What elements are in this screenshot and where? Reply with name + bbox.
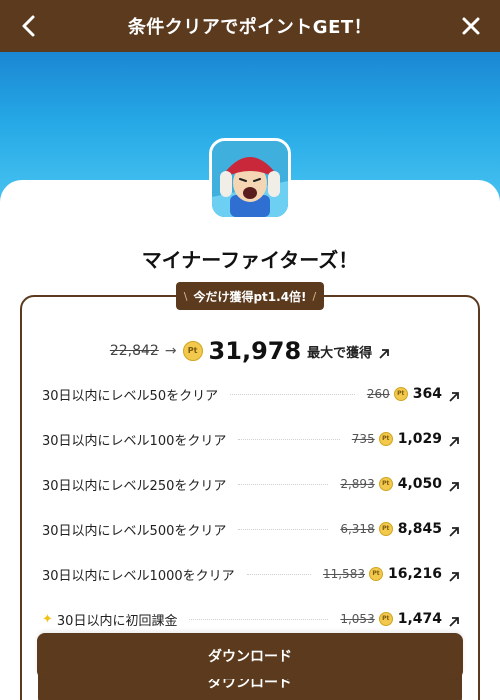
point-coin-icon: Pt: [378, 432, 393, 446]
point-coin-icon: Pt: [368, 567, 383, 581]
task-label: 30日以内にレベル1000をクリア: [42, 568, 235, 584]
bonus-badge: \ 今だけ獲得pt1.4倍! /: [176, 282, 324, 310]
point-coin-icon: Pt: [378, 477, 393, 491]
task-new-points: 1,474: [397, 611, 442, 627]
task-new-points: 16,216: [387, 566, 442, 582]
task-new-points: 4,050: [397, 476, 442, 492]
task-label: 30日以内にレベル250をクリア: [42, 478, 227, 494]
point-coin-icon: Pt: [378, 522, 393, 536]
task-row[interactable]: ✦ 30日以内に初回課金 1,053 Pt 1,474: [42, 608, 460, 630]
task-label: 30日以内にレベル100をクリア: [42, 433, 227, 449]
task-new-points: 1,029: [397, 431, 442, 447]
task-row[interactable]: 30日以内にレベル500をクリア 6,318 Pt 8,845: [42, 518, 460, 540]
top-bar: 条件クリアでポイントGET！: [0, 0, 500, 52]
point-coin-icon: Pt: [378, 612, 393, 626]
total-new-points: 31,978: [208, 337, 302, 365]
badge-text: 今だけ獲得pt1.4倍!: [193, 289, 307, 304]
task-label: 30日以内にレベル500をクリア: [42, 523, 227, 539]
task-label: 30日以内にレベル50をクリア: [42, 388, 219, 404]
external-arrow-icon[interactable]: [448, 523, 460, 537]
badge-decoration-left: \: [183, 289, 188, 303]
task-row[interactable]: 30日以内にレベル100をクリア 735 Pt 1,029: [42, 428, 460, 450]
external-arrow-icon[interactable]: [448, 433, 460, 447]
arrow-right-icon: →: [164, 343, 177, 359]
sparkle-icon: ✦: [42, 611, 53, 627]
total-max-label: 最大で獲得: [307, 345, 373, 361]
external-arrow-icon[interactable]: [448, 478, 460, 492]
chevron-left-icon[interactable]: [16, 12, 42, 40]
task-old-points: 1,053: [340, 612, 375, 626]
dotted-leader: [246, 573, 311, 575]
app-character-icon: [209, 138, 291, 220]
dotted-leader: [189, 618, 329, 620]
task-old-points: 11,583: [322, 567, 365, 581]
external-arrow-icon[interactable]: [448, 613, 460, 627]
external-arrow-icon[interactable]: [448, 568, 460, 582]
task-old-points: 260: [366, 387, 390, 401]
dotted-leader: [238, 483, 329, 485]
task-row[interactable]: 30日以内にレベル1000をクリア 11,583 Pt 16,216: [42, 563, 460, 585]
app-title: マイナーファイターズ！: [141, 248, 359, 272]
badge-decoration-right: /: [312, 289, 317, 303]
external-arrow-icon[interactable]: [448, 388, 460, 402]
total-old-points: 22,842: [109, 343, 159, 359]
task-old-points: 735: [351, 432, 375, 446]
close-icon[interactable]: [458, 12, 484, 40]
total-points: 22,842 → Pt 31,978 最大で獲得: [0, 334, 500, 368]
task-new-points: 8,845: [397, 521, 442, 537]
task-row[interactable]: 30日以内にレベル50をクリア 260 Pt 364: [42, 383, 460, 405]
task-row[interactable]: 30日以内にレベル250をクリア 2,893 Pt 4,050: [42, 473, 460, 495]
external-arrow-icon[interactable]: [378, 345, 390, 359]
task-old-points: 2,893: [340, 477, 375, 491]
task-new-points: 364: [412, 386, 442, 402]
task-old-points: 6,318: [340, 522, 375, 536]
dotted-leader: [238, 528, 329, 530]
download-button[interactable]: ダウンロード: [37, 633, 463, 679]
dotted-leader: [230, 393, 355, 395]
page-title: 条件クリアでポイントGET！: [127, 17, 373, 38]
point-coin-icon: Pt: [393, 387, 408, 401]
task-label: 30日以内に初回課金: [56, 613, 178, 629]
dotted-leader: [238, 438, 340, 440]
point-coin-icon: Pt: [182, 341, 203, 361]
